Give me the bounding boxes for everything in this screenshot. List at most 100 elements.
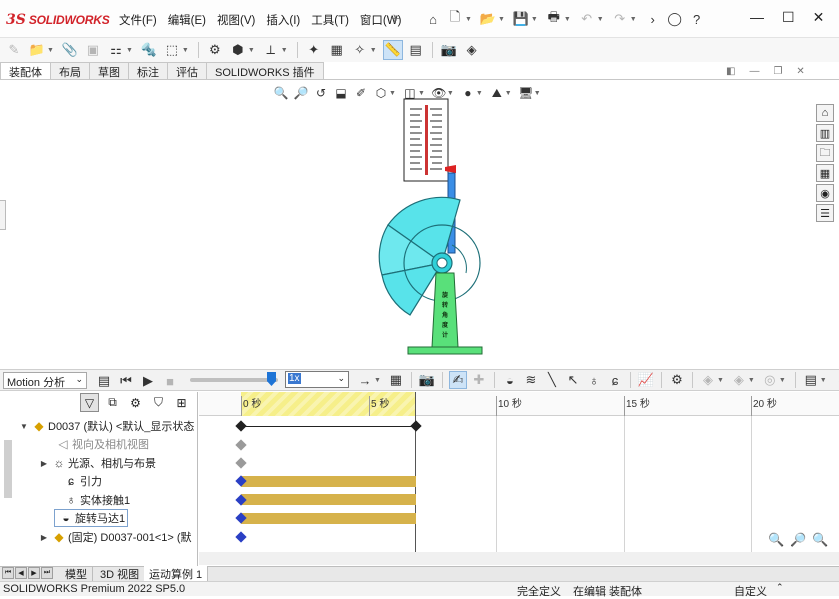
custom-properties-icon[interactable]: ☰ [816, 204, 834, 222]
expand-arrow-icon[interactable]: ▶ [38, 459, 50, 468]
open-folder-icon[interactable]: 📂 [479, 10, 497, 28]
tab-sketch[interactable]: 草图 [89, 62, 129, 80]
last-tab-icon[interactable]: ⏭ [41, 567, 53, 579]
menu-view[interactable]: 视图(V) [214, 12, 263, 28]
insert-component-icon[interactable]: 📁 [27, 40, 47, 60]
redo-icon[interactable]: ↷ [611, 10, 629, 28]
motion-study-properties-icon[interactable]: ⚙ [668, 371, 686, 389]
exploded-view-icon[interactable]: ✧ [350, 40, 370, 60]
animation-wizard-icon[interactable]: 📷 [418, 371, 436, 389]
collapse-panel-icon[interactable]: ⌄ [833, 371, 839, 389]
smart-fasteners-icon[interactable]: 🔩 [139, 40, 159, 60]
close-icon[interactable]: ✕ [813, 9, 825, 26]
mate-icon[interactable]: 📎 [60, 40, 80, 60]
motor-time-bar[interactable] [241, 513, 416, 524]
units-chevron-up-icon[interactable]: ⌃ [776, 582, 784, 593]
tab-layout[interactable]: 布局 [50, 62, 90, 80]
help-icon[interactable]: ? [688, 10, 706, 28]
filter-icon[interactable]: ▽ [80, 393, 99, 412]
results-and-plots-icon[interactable]: 📈 [637, 371, 655, 389]
play-icon[interactable]: ▶ [139, 372, 157, 390]
assembly-features-icon[interactable]: ⬢ [228, 40, 248, 60]
solidworks-resources-icon[interactable]: ⌂ [816, 104, 834, 122]
menu-file[interactable]: 文件(F) [116, 12, 165, 28]
filter-animated-icon[interactable]: ⧉ [103, 393, 122, 412]
take-snapshot-icon[interactable]: 📷 [439, 40, 459, 60]
tab-markup[interactable]: 标注 [128, 62, 168, 80]
home-icon[interactable]: ⌂ [424, 10, 442, 28]
menu-tools[interactable]: 工具(T) [308, 12, 357, 28]
instant3d-icon[interactable]: 📏 [382, 40, 403, 60]
autokey-icon[interactable]: ✍ [448, 371, 467, 389]
save-animation-icon[interactable]: ▦ [387, 371, 405, 389]
viewport-close-icon[interactable]: ✕ [796, 66, 804, 77]
pin-menu-icon[interactable]: ✈ [390, 12, 400, 26]
zoom-in-icon[interactable]: 🔍 [768, 532, 784, 548]
new-motion-study-icon[interactable]: ✦ [304, 40, 324, 60]
view-settings-icon[interactable]: 🖥 [517, 84, 535, 102]
add-key-icon[interactable]: ✚ [470, 371, 488, 389]
calculate-icon[interactable]: ▤ [95, 372, 113, 390]
component-preview-icon[interactable]: ▣ [83, 40, 103, 60]
more-icon[interactable]: › [644, 10, 662, 28]
viewport-restore-icon[interactable]: ❐ [773, 66, 782, 77]
next-tab-icon[interactable]: ▶ [28, 567, 40, 579]
tree-row-part[interactable]: ▶ ◆ (固定) D0037-001<1> (默 [0, 528, 192, 546]
dynamic-annotation-icon[interactable]: ✐ [352, 84, 370, 102]
view-palette-icon[interactable]: ▦ [816, 164, 834, 182]
tree-row-root[interactable]: ▼ ◆ D0037 (默认) <默认_显示状态 [0, 417, 194, 435]
split-viewport-icon[interactable]: ◧ [726, 66, 735, 77]
menu-insert[interactable]: 插入(I) [263, 12, 308, 28]
collapse-motion-manager-icon[interactable]: ▤ [802, 371, 820, 389]
tab-evaluate[interactable]: 评估 [167, 62, 207, 80]
file-explorer-icon[interactable]: 🗀 [816, 144, 834, 162]
solidworks-logo[interactable]: 3S SOLIDWORKS [6, 11, 110, 29]
study-type-select[interactable]: Motion 分析 ⌄ [3, 372, 87, 389]
playback-mode-icon[interactable]: → [356, 371, 374, 389]
collapse-arrow-icon[interactable]: ▼ [18, 422, 30, 431]
gravity-time-bar[interactable] [241, 476, 416, 487]
playback-slider[interactable] [190, 378, 278, 382]
tree-row-views[interactable]: ◁ 视向及相机视图 [0, 435, 149, 453]
tree-row-motor[interactable]: ◒ 旋转马达1 [0, 509, 129, 527]
edit-component-icon[interactable]: ✎ [4, 40, 24, 60]
tree-row-contact[interactable]: ♁ 实体接触1 [0, 491, 131, 509]
stop-icon[interactable]: ■ [161, 372, 179, 390]
playback-speed-select[interactable]: 1x ⌄ [285, 371, 349, 388]
minimize-icon[interactable]: — [750, 9, 764, 26]
time-bar[interactable] [415, 392, 416, 552]
prev-tab-icon[interactable]: ◀ [15, 567, 27, 579]
tab-3d-views[interactable]: 3D 视图 [95, 566, 146, 581]
play-from-start-icon[interactable]: ⏮ [117, 372, 135, 390]
tab-model[interactable]: 模型 [60, 566, 93, 581]
move-component-icon[interactable]: ⬚ [162, 40, 182, 60]
section-view-icon[interactable]: ⬓ [332, 84, 350, 102]
gravity-icon[interactable]: ɕ [606, 371, 624, 389]
filter-driving-icon[interactable]: ⚙ [126, 393, 145, 412]
menu-window[interactable]: 窗口(W) [357, 12, 410, 28]
appearances-icon[interactable]: ◉ [816, 184, 834, 202]
bill-of-materials-icon[interactable]: ▦ [327, 40, 347, 60]
expand-arrow-icon[interactable]: ▶ [38, 533, 50, 542]
linear-pattern-icon[interactable]: ⚏ [106, 40, 126, 60]
zoom-to-fit-icon[interactable]: 🔍 [812, 532, 828, 548]
tab-assembly[interactable]: 装配体 [0, 62, 51, 80]
new-document-icon[interactable]: 🗋 [446, 9, 464, 28]
update-speedpak-icon[interactable]: ▤ [406, 40, 426, 60]
model-viewport[interactable]: 旋 转 角 度 计 [370, 95, 500, 365]
user-icon[interactable]: ◯ [666, 10, 684, 28]
tree-scrollbar[interactable] [4, 440, 12, 498]
motor-icon[interactable]: ◒ [501, 371, 519, 389]
tree-row-lights[interactable]: ▶ ☼ 光源、相机与布景 [0, 454, 156, 472]
undo-icon[interactable]: ↶ [578, 10, 596, 28]
damper-icon[interactable]: ╲ [543, 371, 561, 389]
feature-manager-collapse-handle[interactable] [0, 200, 6, 230]
viewport-minimize-icon[interactable]: — [749, 66, 759, 77]
show-hidden-icon[interactable]: ⚙ [205, 40, 225, 60]
contact-icon[interactable]: ♁ [585, 371, 603, 389]
first-tab-icon[interactable]: ⏮ [2, 567, 14, 579]
zoom-to-fit-icon[interactable]: 🔍 [272, 84, 290, 102]
force-icon[interactable]: ↖ [564, 371, 582, 389]
simulation-run-icon[interactable]: ◎ [761, 371, 779, 389]
print-icon[interactable]: 🖶 [545, 9, 563, 28]
